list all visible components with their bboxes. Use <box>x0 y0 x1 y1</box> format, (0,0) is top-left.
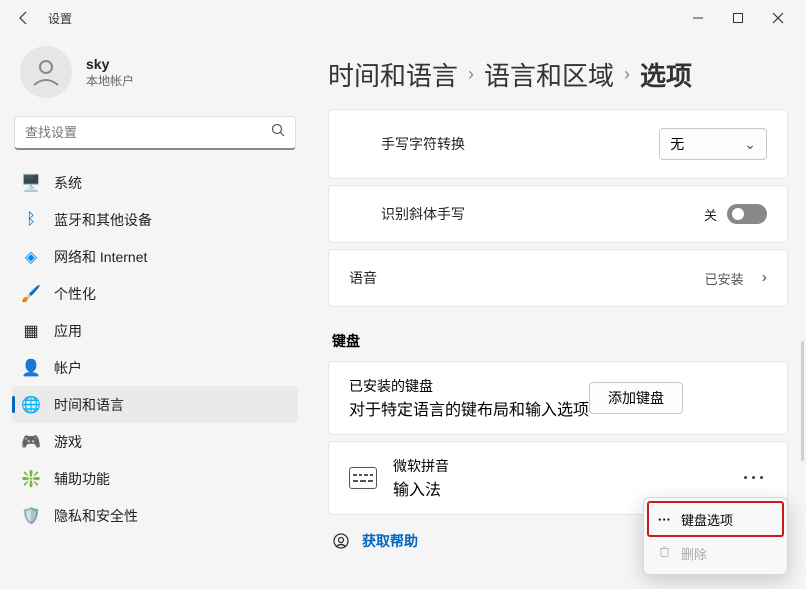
nav-privacy[interactable]: 🛡️隐私和安全性 <box>12 497 298 534</box>
nav-accounts[interactable]: 👤帐户 <box>12 349 298 386</box>
person-icon: 👤 <box>22 359 40 377</box>
window-title: 设置 <box>48 10 72 27</box>
user-block[interactable]: sky 本地帐户 <box>12 42 298 116</box>
keyboard-icon <box>349 467 377 489</box>
nav-system[interactable]: 🖥️系统 <box>12 164 298 201</box>
avatar <box>20 46 72 98</box>
maximize-button[interactable] <box>718 2 758 34</box>
close-button[interactable] <box>758 2 798 34</box>
breadcrumb: 时间和语言 › 语言和区域 › 选项 <box>328 56 788 93</box>
card-italic-hand: 识别斜体手写 关 <box>328 185 788 243</box>
bluetooth-icon: ᛒ <box>22 211 40 229</box>
card-speech[interactable]: 语音 已安装 › <box>328 249 788 307</box>
trash-icon <box>658 545 671 561</box>
more-button[interactable]: ··· <box>743 468 767 489</box>
menu-delete: 删除 <box>648 536 783 570</box>
nav-bluetooth[interactable]: ᛒ蓝牙和其他设备 <box>12 201 298 238</box>
more-icon: ··· <box>658 512 671 527</box>
nav-apps[interactable]: ▦应用 <box>12 312 298 349</box>
chevron-right-icon: › <box>762 269 767 287</box>
brush-icon: 🖌️ <box>22 285 40 303</box>
card-installed-keyboards: 已安装的键盘 对于特定语言的键布局和输入选项 添加键盘 <box>328 361 788 435</box>
context-menu: ··· 键盘选项 删除 <box>643 497 788 575</box>
scrollbar[interactable] <box>801 341 804 461</box>
italic-toggle[interactable] <box>727 204 767 224</box>
minimize-button[interactable] <box>678 2 718 34</box>
chevron-right-icon: › <box>624 64 630 85</box>
shield-icon: 🛡️ <box>22 507 40 525</box>
gamepad-icon: 🎮 <box>22 433 40 451</box>
user-account-type: 本地帐户 <box>86 72 134 89</box>
search-box[interactable] <box>14 116 296 150</box>
add-keyboard-button[interactable]: 添加键盘 <box>589 382 683 414</box>
handwriting-dropdown[interactable]: 无 ⌄ <box>659 128 767 160</box>
search-input[interactable] <box>25 125 271 140</box>
help-icon <box>332 532 350 550</box>
nav-time-language[interactable]: 🌐时间和语言 <box>12 386 298 423</box>
chevron-down-icon: ⌄ <box>744 136 756 153</box>
search-icon <box>271 123 285 142</box>
breadcrumb-lang[interactable]: 语言和区域 <box>484 56 614 93</box>
nav-accessibility[interactable]: ❇️辅助功能 <box>12 460 298 497</box>
breadcrumb-current: 选项 <box>640 56 692 93</box>
back-button[interactable] <box>8 2 40 34</box>
nav-gaming[interactable]: 🎮游戏 <box>12 423 298 460</box>
nav-personalize[interactable]: 🖌️个性化 <box>12 275 298 312</box>
card-handwriting-convert: 手写字符转换 无 ⌄ <box>328 109 788 179</box>
breadcrumb-time[interactable]: 时间和语言 <box>328 56 458 93</box>
wifi-icon: ◈ <box>22 248 40 266</box>
menu-keyboard-options[interactable]: ··· 键盘选项 <box>648 502 783 536</box>
apps-icon: ▦ <box>22 322 40 340</box>
accessibility-icon: ❇️ <box>22 470 40 488</box>
chevron-right-icon: › <box>468 64 474 85</box>
nav-network[interactable]: ◈网络和 Internet <box>12 238 298 275</box>
section-keyboard: 键盘 <box>332 331 788 351</box>
monitor-icon: 🖥️ <box>22 174 40 192</box>
globe-icon: 🌐 <box>22 396 40 414</box>
user-name: sky <box>86 56 134 72</box>
